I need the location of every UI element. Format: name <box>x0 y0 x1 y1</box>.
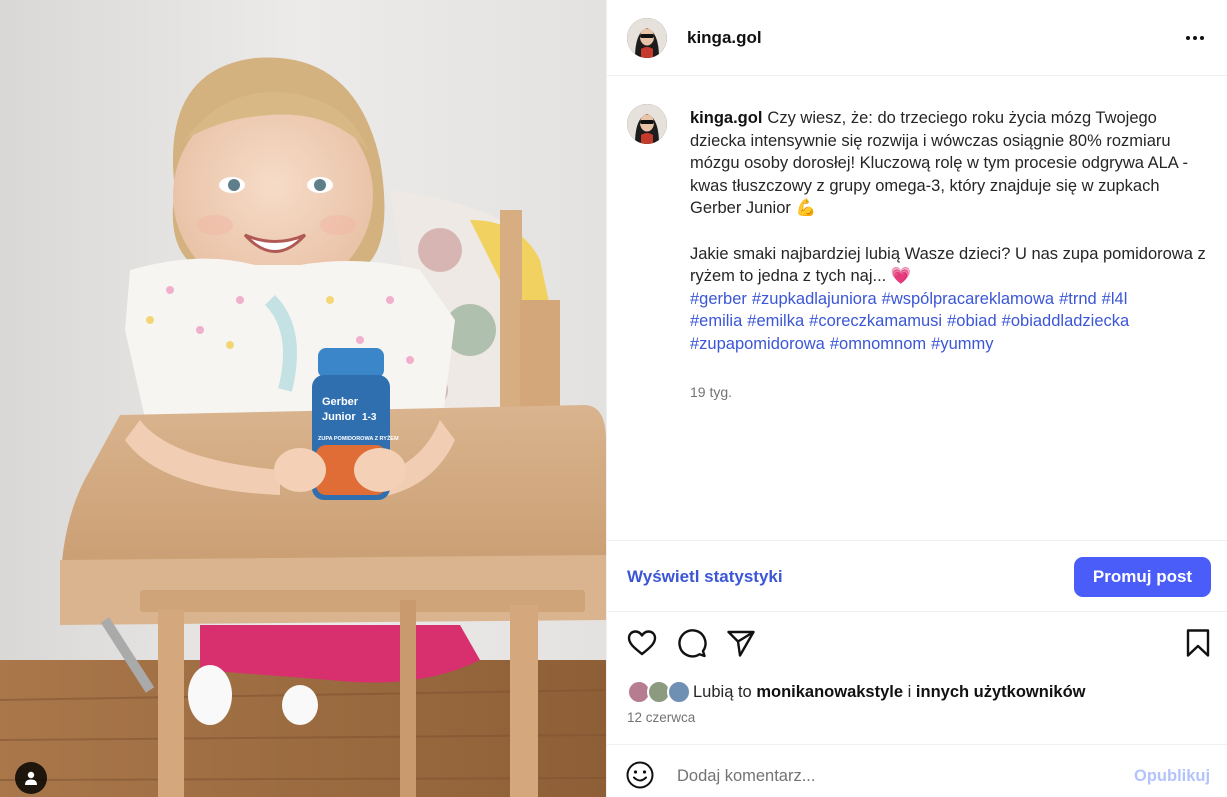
hashtag-link[interactable]: #emilka <box>747 312 804 330</box>
post-image: Gerber Junior 1-3 ZUPA POMIDOROWA Z RYŻE… <box>0 0 606 797</box>
share-button[interactable] <box>725 627 757 659</box>
hashtag-link[interactable]: #l4l <box>1102 290 1128 308</box>
hashtag-link[interactable]: #zupkadlajuniora <box>752 290 877 308</box>
liker-username[interactable]: monikanowakstyle <box>756 683 903 702</box>
jar-line-text: Junior <box>322 411 356 423</box>
emoji-icon <box>626 761 654 789</box>
post-sidebar: kinga.gol kinga.gol Czy wiesz, że: do trz… <box>606 0 1227 797</box>
caption-timestamp[interactable]: 19 tyg. <box>690 384 732 400</box>
heart-icon <box>627 630 657 656</box>
caption-username[interactable]: kinga.gol <box>690 109 762 127</box>
caption-text-1: Czy wiesz, że: do trzeciego roku życia m… <box>690 109 1188 218</box>
owner-actions-bar: Wyświetl statystyki Promuj post <box>607 540 1227 612</box>
caption-avatar[interactable] <box>627 104 667 144</box>
emoji-button[interactable] <box>625 760 655 790</box>
likers-avatars[interactable] <box>627 680 693 704</box>
post-photo[interactable]: Gerber Junior 1-3 ZUPA POMIDOROWA Z RYŻE… <box>0 0 606 797</box>
tagged-users-button[interactable] <box>15 762 47 794</box>
jar-brand-text: Gerber <box>322 396 359 408</box>
hashtag-link[interactable]: #obiad <box>947 312 997 330</box>
post-date[interactable]: 12 czerwca <box>627 710 695 725</box>
jar-age-text: 1-3 <box>362 412 377 423</box>
caption-text-2: Jakie smaki najbardziej lubią Wasze dzie… <box>690 244 1206 286</box>
jar-flavor-text: ZUPA POMIDOROWA Z RYŻEM <box>318 435 399 442</box>
likes-summary: Lubią to monikanowakstyle i innych użytk… <box>627 680 1086 704</box>
send-icon <box>727 630 755 657</box>
post-author-username[interactable]: kinga.gol <box>687 28 762 48</box>
hashtag-link[interactable]: #emilia <box>690 312 742 330</box>
hashtag-link[interactable]: #coreczkamamusi <box>809 312 942 330</box>
hashtag-link[interactable]: #omnomnom <box>830 335 926 353</box>
bookmark-icon <box>1186 629 1210 657</box>
hashtag-link[interactable]: #obiaddladziecka <box>1002 312 1130 330</box>
hashtag-list: #gerber #zupkadlajuniora #wspólpracareklam… <box>690 288 1214 356</box>
post-header: kinga.gol <box>607 0 1227 76</box>
more-horizontal-icon <box>1186 36 1190 40</box>
pink-heart-emoji: 💗 <box>890 267 912 286</box>
like-button[interactable] <box>626 627 658 659</box>
comment-icon <box>678 629 707 658</box>
more-options-button[interactable] <box>1182 28 1208 48</box>
avatar <box>667 680 691 704</box>
save-button[interactable] <box>1182 627 1214 659</box>
user-tag-icon <box>25 771 37 785</box>
promote-post-button[interactable]: Promuj post <box>1074 557 1211 597</box>
hashtag-link[interactable]: #yummy <box>931 335 993 353</box>
comment-input[interactable]: Dodaj komentarz... <box>677 767 815 786</box>
hashtag-link[interactable]: #gerber <box>690 290 747 308</box>
flexed-biceps-emoji: 💪 <box>795 199 817 218</box>
hashtag-link[interactable]: #zupapomidorowa <box>690 335 825 353</box>
comment-button[interactable] <box>676 627 708 659</box>
avatar[interactable] <box>627 18 667 58</box>
hashtag-link[interactable]: #trnd <box>1059 290 1097 308</box>
hashtag-link[interactable]: #wspólpracareklamowa <box>882 290 1054 308</box>
likes-connector: i <box>907 682 912 701</box>
view-insights-link[interactable]: Wyświetl statystyki <box>627 567 783 587</box>
post-caption: kinga.gol Czy wiesz, że: do trzeciego rok… <box>690 107 1214 356</box>
publish-comment-button[interactable]: Opublikuj <box>1134 767 1210 786</box>
other-likers-link[interactable]: innych użytkowników <box>916 683 1086 702</box>
likes-prefix: Lubią to <box>693 682 752 701</box>
comment-box: Dodaj komentarz... Opublikuj <box>607 744 1227 797</box>
